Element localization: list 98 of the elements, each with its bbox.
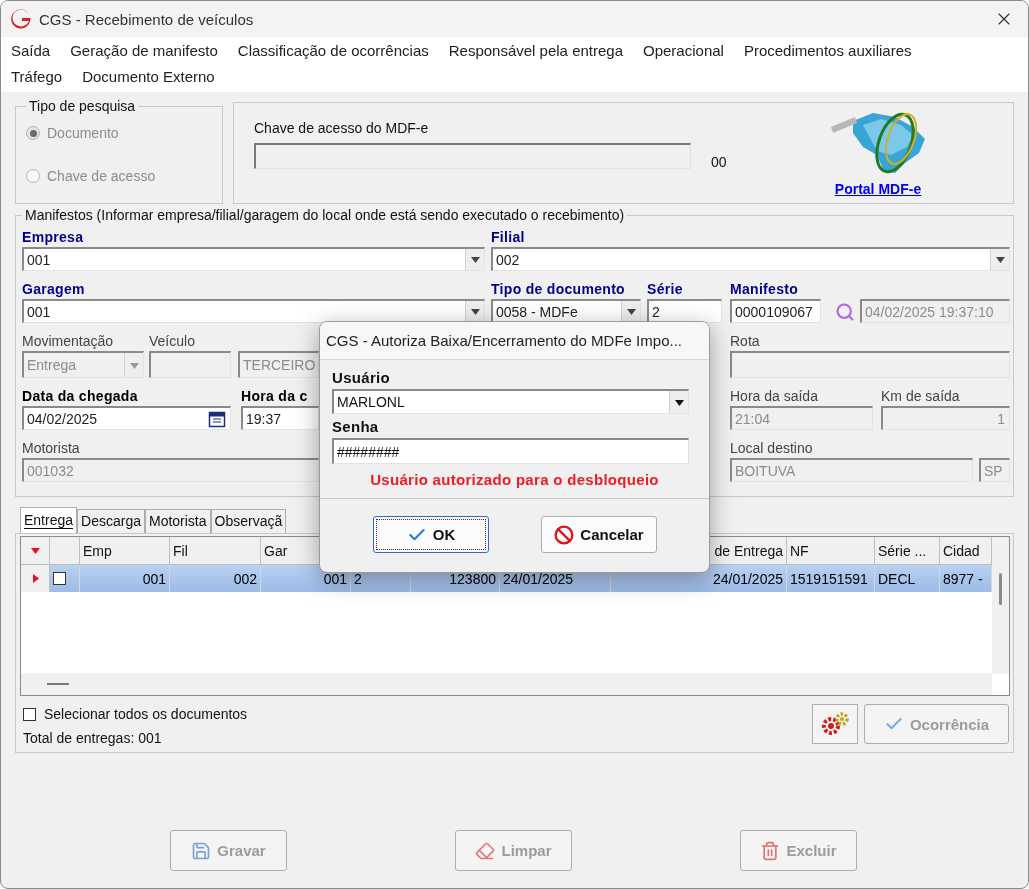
table-cell: 1519151591	[787, 565, 875, 592]
calendar-icon[interactable]	[208, 409, 226, 428]
field-value: 001	[27, 303, 51, 320]
tab[interactable]: Motorista	[144, 509, 211, 533]
table-cell: DECL	[875, 565, 940, 592]
search-button[interactable]	[833, 301, 857, 323]
app-logo-icon	[11, 9, 31, 29]
total-count: Total de entregas: 001	[23, 730, 163, 746]
field-value: 1	[997, 410, 1005, 427]
table-cell: 002	[170, 565, 261, 592]
field-label: Chave de acesso do MDF-e	[254, 120, 430, 136]
tab[interactable]: Descarga	[77, 509, 145, 533]
field-value: TERCEIRO	[243, 357, 316, 373]
gears-button[interactable]	[812, 704, 858, 744]
caret-icon	[470, 307, 480, 316]
caret-icon	[674, 397, 684, 407]
group-title: Manifestos (Informar empresa/filial/garagem do local onde está sendo executado o recebimento)	[24, 207, 626, 223]
window-title: CGS - Recebimento de veículos	[39, 10, 254, 28]
field-label: Veículo	[149, 332, 196, 351]
status-message: Usuário autorizado para o desbloqueio	[369, 471, 660, 488]
no-entry-icon	[554, 524, 575, 545]
dialog-button[interactable]: OK	[373, 516, 489, 553]
menu-item[interactable]: Responsável pela entrega	[446, 41, 625, 61]
input-field[interactable]: 0000109067	[730, 299, 821, 323]
field-label: Manifesto	[730, 280, 800, 299]
check-digit: 00	[711, 154, 727, 172]
field-value: 04/02/2025 19:37:10	[865, 303, 994, 320]
field-value: BOITUVA	[735, 462, 796, 479]
field-label: Hora da c	[241, 387, 309, 406]
field-label: Série	[647, 280, 684, 299]
portal-link[interactable]: Portal MDF-e	[834, 181, 922, 197]
caret-icon	[995, 255, 1005, 264]
field-value: 001032	[27, 462, 74, 479]
input-field[interactable]: 19:37	[241, 406, 319, 430]
menu-item[interactable]: Documento Externo	[80, 67, 217, 87]
field-value: SP	[984, 462, 1003, 479]
menu-item[interactable]: Procedimentos auxiliares	[741, 41, 914, 61]
checkbox[interactable]	[23, 707, 36, 721]
dropdown-field[interactable]: 002	[491, 247, 1010, 271]
caret-icon	[129, 360, 139, 370]
tab[interactable]: Observaçã	[210, 509, 287, 533]
column-header[interactable]: Fil	[170, 537, 261, 564]
radio-label: Documento	[47, 125, 119, 141]
menu-item[interactable]: Tráfego	[9, 67, 65, 87]
field-label: Local destino	[730, 439, 814, 458]
field-label: Garagem	[22, 280, 86, 299]
radio-label: Chave de acesso	[47, 168, 156, 184]
search-icon	[835, 302, 855, 322]
field-label: Tipo de documento	[491, 280, 626, 299]
dialog-button[interactable]: Cancelar	[541, 516, 657, 553]
column-header[interactable]: NF	[787, 537, 875, 564]
user-dropdown[interactable]: MARLONL	[332, 389, 689, 414]
menu-item[interactable]: Saída	[9, 41, 53, 61]
column-header[interactable]: Emp	[80, 537, 170, 564]
field-label: Movimentação	[22, 332, 115, 351]
field-value: 001	[27, 251, 51, 268]
dropdown-field[interactable]: 0058 - MDFe	[491, 299, 641, 323]
current-row-icon	[30, 574, 40, 583]
dropdown-field[interactable]: 001	[22, 299, 485, 323]
tab[interactable]: Entrega	[20, 507, 78, 533]
field-label: Empresa	[22, 228, 85, 247]
field-label: Filial	[491, 228, 526, 247]
menu-item[interactable]: Geração de manifesto	[68, 41, 220, 61]
gears-icon	[820, 711, 850, 737]
menu-item[interactable]: Classificação de ocorrências	[235, 41, 431, 61]
field-label: Km de saída	[881, 387, 961, 406]
field-value: 21:04	[735, 410, 771, 427]
column-header[interactable]: Série ...	[875, 537, 940, 564]
vertical-scrollbar[interactable]	[992, 537, 1009, 674]
eraser-icon	[475, 840, 496, 861]
field-label: Senha	[332, 418, 380, 437]
password-field[interactable]: ########	[332, 438, 689, 464]
field-value: 0058 - MDFe	[496, 303, 578, 320]
field-value: 002	[496, 251, 520, 268]
dialog-title: CGS - Autoriza Baixa/Encerramento do MDFe Impo...	[320, 322, 709, 360]
field-value: 04/02/2025	[27, 410, 98, 427]
caret-icon	[470, 255, 480, 264]
checkbox[interactable]	[53, 572, 66, 585]
field-value: Entrega	[27, 357, 77, 373]
menu-item[interactable]: Operacional	[641, 41, 726, 61]
input-field[interactable]: 2	[647, 299, 722, 323]
field-label: Data da chegada	[22, 387, 139, 406]
field-label: Motorista	[22, 439, 81, 458]
dropdown-field[interactable]: 001	[22, 247, 485, 271]
field-label: Hora da saída	[730, 387, 819, 406]
field-value: 19:37	[246, 410, 282, 427]
field-label: Rota	[730, 332, 761, 351]
input-field[interactable]	[254, 143, 691, 169]
table-cell: 001	[80, 565, 170, 592]
group-title: Tipo de pesquisa	[28, 98, 137, 114]
caret-icon	[626, 307, 636, 316]
sort-arrow-icon	[30, 546, 40, 555]
horizontal-scrollbar[interactable]	[21, 673, 992, 695]
field-value: 2	[652, 303, 660, 320]
field-label: Usuário	[332, 369, 391, 388]
field-value: 0000109067	[735, 303, 813, 320]
date-field[interactable]: 04/02/2025	[22, 406, 231, 430]
trash-icon	[760, 840, 781, 861]
